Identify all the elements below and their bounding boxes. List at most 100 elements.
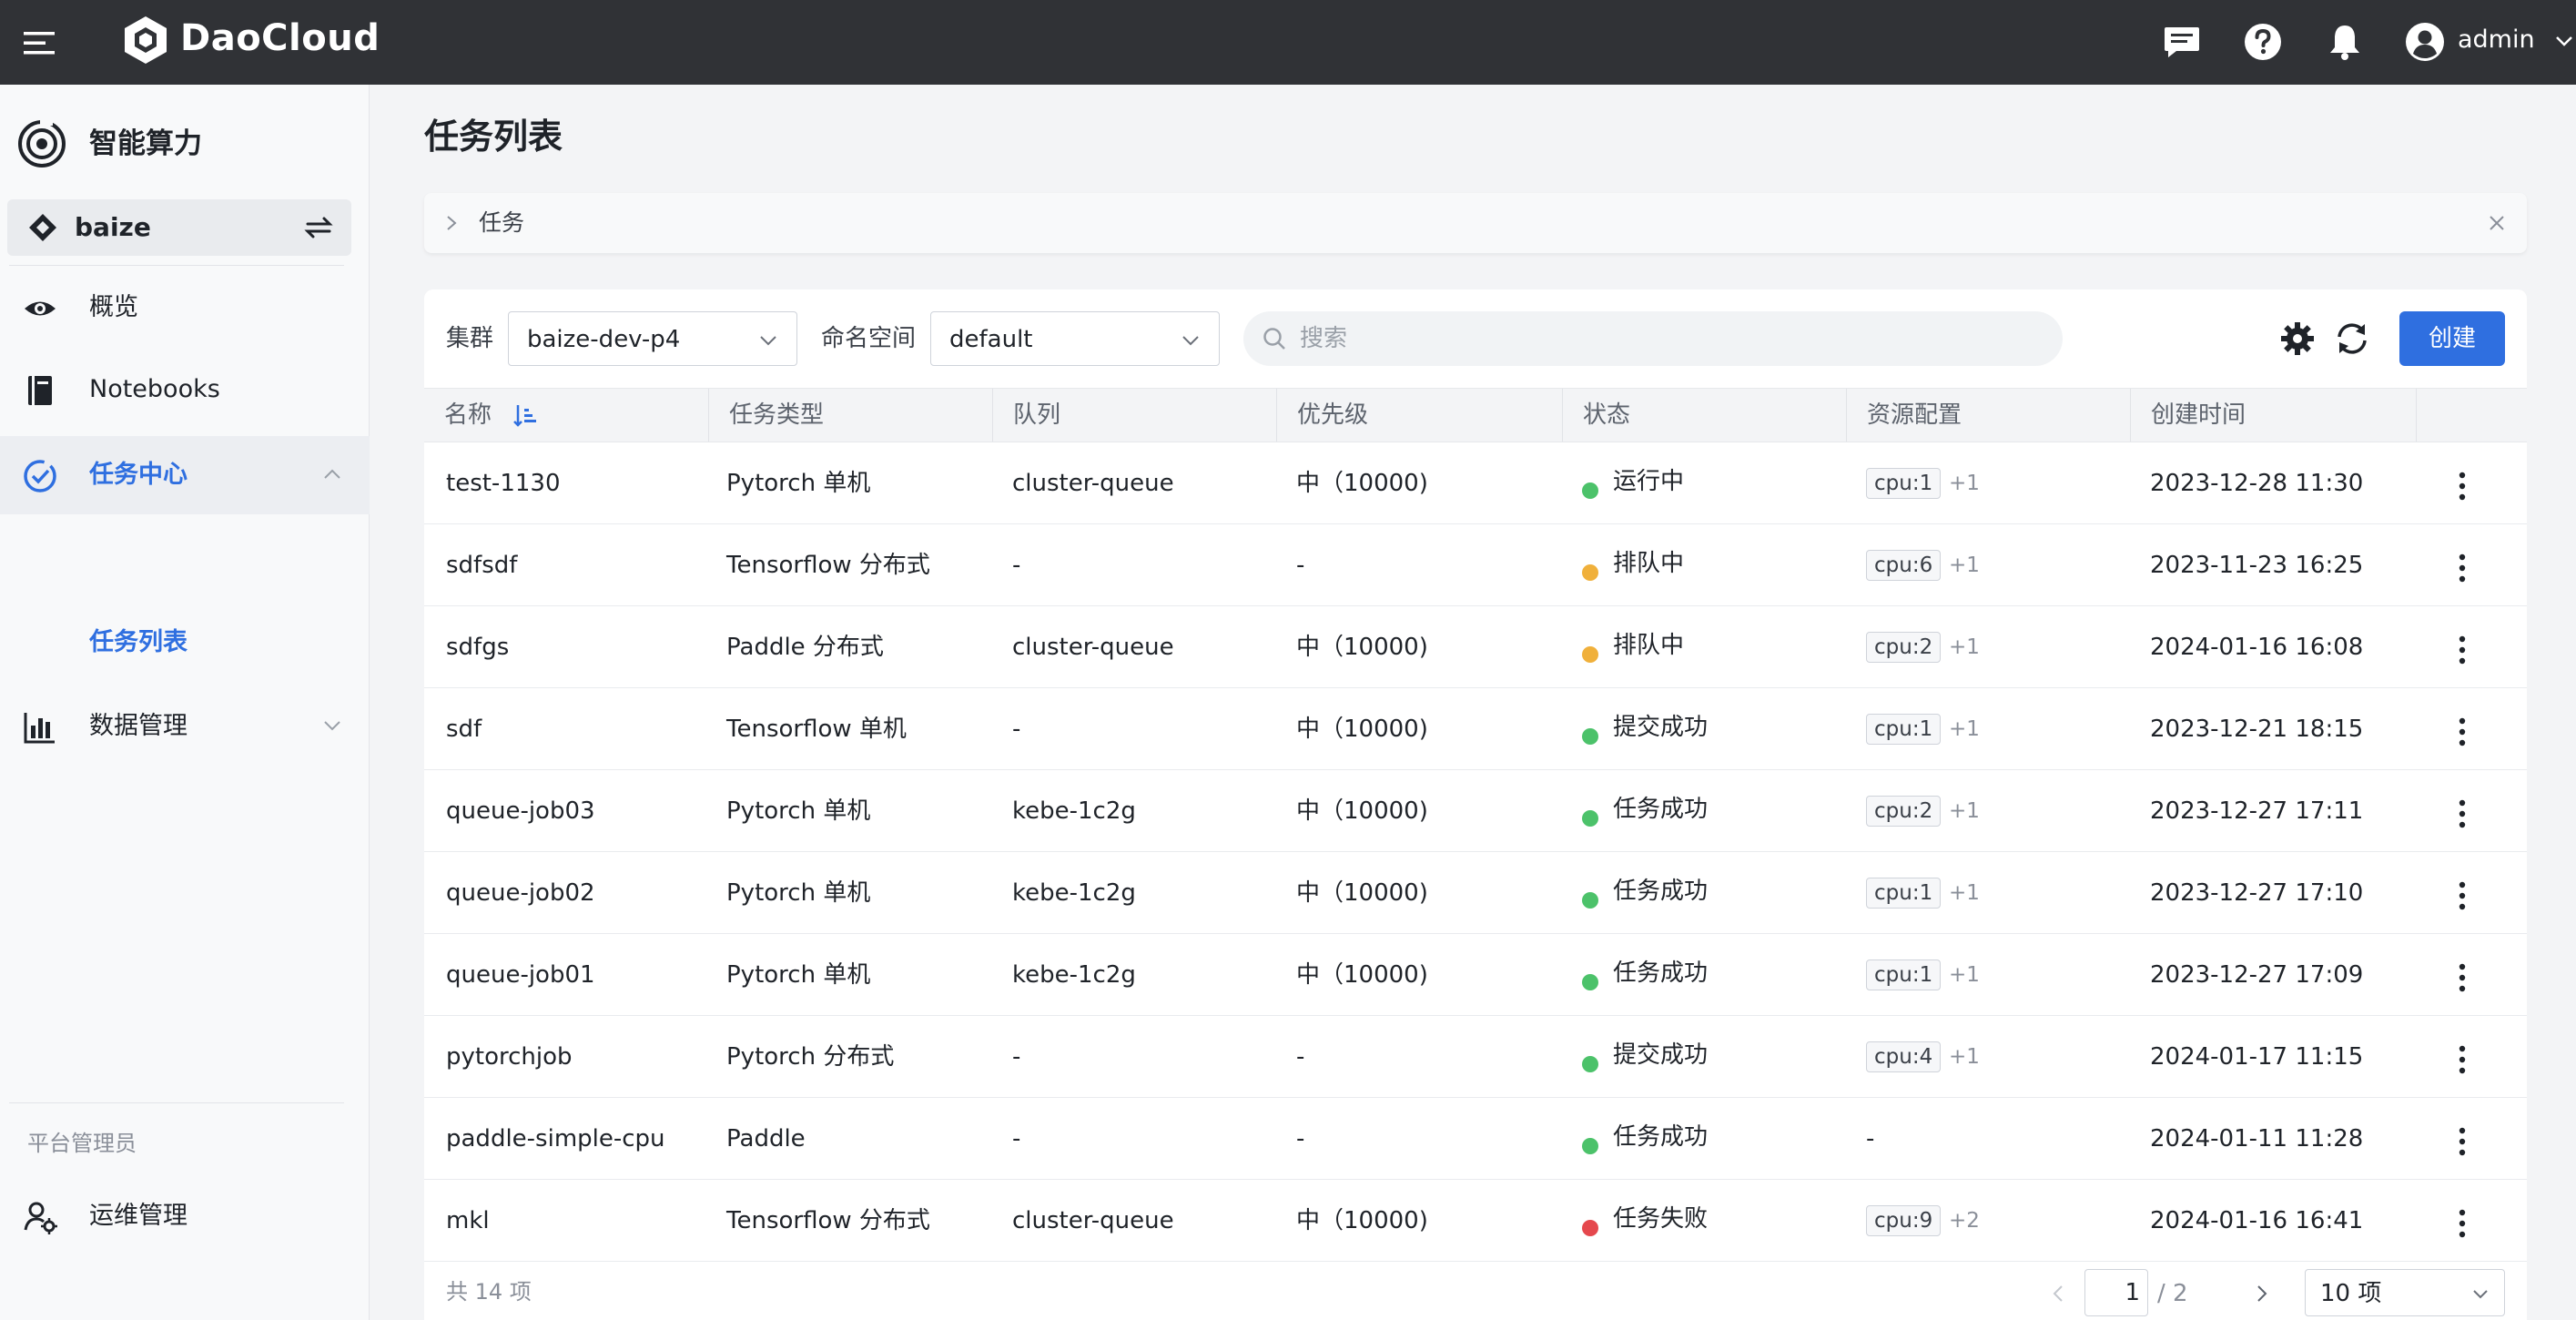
more-actions-icon[interactable]: [2449, 961, 2476, 994]
sort-icon[interactable]: [512, 401, 539, 429]
cluster-value: baize-dev-p4: [527, 326, 681, 353]
sidebar-item-label: 数据管理: [89, 712, 188, 740]
page-size-select[interactable]: 10 项: [2305, 1269, 2505, 1316]
more-actions-icon[interactable]: [2449, 879, 2476, 912]
daocloud-logo-icon[interactable]: [118, 13, 173, 67]
task-name[interactable]: queue-job01: [446, 956, 595, 994]
created-time: 2023-12-21 18:15: [2150, 716, 2364, 743]
column-header-actions: [2416, 389, 2527, 442]
more-actions-icon[interactable]: [2449, 1125, 2476, 1158]
resource-more[interactable]: +1: [1949, 714, 1980, 745]
divider: [9, 1102, 344, 1103]
task-name[interactable]: pytorchjob: [446, 1038, 573, 1076]
chevron-right-icon[interactable]: [2254, 1284, 2270, 1304]
sidebar-item-task-center[interactable]: 任务中心: [0, 436, 370, 514]
top-bar: DaoCloud admin: [0, 0, 2576, 85]
column-header-resources[interactable]: 资源配置: [1846, 389, 2130, 442]
status-text: 任务成功: [1613, 878, 1709, 905]
task-name[interactable]: queue-job02: [446, 874, 595, 912]
task-name[interactable]: paddle-simple-cpu: [446, 1120, 665, 1158]
task-name[interactable]: queue-job03: [446, 792, 595, 830]
more-actions-icon[interactable]: [2449, 797, 2476, 830]
sidebar-item-ops-management[interactable]: 运维管理: [0, 1177, 370, 1255]
search-input[interactable]: 搜索: [1243, 311, 2063, 366]
task-priority: 中（10000): [1296, 634, 1428, 661]
task-priority: -: [1296, 552, 1305, 579]
resource-more[interactable]: +1: [1949, 550, 1980, 581]
created-time: 2024-01-16 16:41: [2150, 1207, 2364, 1234]
divider: [9, 265, 344, 266]
message-icon[interactable]: [2160, 20, 2204, 64]
task-type: Tensorflow 单机: [726, 716, 907, 743]
close-icon[interactable]: [2487, 213, 2507, 233]
user-settings-icon: [24, 1202, 57, 1234]
resource-more[interactable]: +2: [1949, 1205, 1980, 1236]
more-actions-icon[interactable]: [2449, 470, 2476, 503]
sidebar-item-task-list[interactable]: 任务列表: [0, 604, 370, 682]
resource-more[interactable]: +1: [1949, 632, 1980, 663]
sidebar-item-notebooks[interactable]: Notebooks: [0, 350, 370, 429]
more-actions-icon[interactable]: [2449, 1043, 2476, 1076]
user-name[interactable]: admin: [2458, 20, 2535, 60]
task-priority: 中（10000): [1296, 716, 1428, 743]
resource-more[interactable]: +1: [1949, 960, 1980, 990]
table-row[interactable]: sdfsdf Tensorflow 分布式 - - 排队中 cpu:6 +1 2023-11-…: [424, 524, 2527, 606]
notification-bell-icon[interactable]: [2323, 20, 2367, 64]
column-header-status[interactable]: 状态: [1562, 389, 1846, 442]
chevron-right-icon[interactable]: [442, 213, 461, 233]
user-avatar-icon[interactable]: [2403, 20, 2447, 64]
table-row[interactable]: queue-job01 Pytorch 单机 kebe-1c2g 中（10000) 任务…: [424, 934, 2527, 1016]
resource-more[interactable]: +1: [1949, 878, 1980, 909]
table-row[interactable]: pytorchjob Pytorch 分布式 - - 提交成功 cpu:4 +1 2024-0…: [424, 1016, 2527, 1098]
gear-icon[interactable]: [2277, 319, 2317, 359]
task-name[interactable]: sdfsdf: [446, 546, 517, 584]
menu-icon[interactable]: [20, 24, 58, 62]
app-header: 智能算力: [0, 117, 370, 171]
table-row[interactable]: queue-job03 Pytorch 单机 kebe-1c2g 中（10000) 任务…: [424, 770, 2527, 852]
namespace-select[interactable]: default: [930, 311, 1220, 366]
column-header-queue[interactable]: 队列: [992, 389, 1276, 442]
resource-tag: cpu:1: [1866, 960, 1942, 990]
table-row[interactable]: paddle-simple-cpu Paddle - - 任务成功 - 2024-01-11…: [424, 1098, 2527, 1180]
column-header-priority[interactable]: 优先级: [1276, 389, 1562, 442]
task-type: Pytorch 单机: [726, 879, 871, 907]
sidebar-item-overview[interactable]: 概览: [0, 269, 370, 347]
chevron-down-icon[interactable]: [2554, 33, 2574, 49]
resource-more[interactable]: +1: [1949, 468, 1980, 499]
column-header-type[interactable]: 任务类型: [708, 389, 992, 442]
more-actions-icon[interactable]: [2449, 634, 2476, 666]
column-header-name[interactable]: 名称: [424, 389, 708, 442]
table-row[interactable]: sdfgs Paddle 分布式 cluster-queue 中（10000) 排队中 c…: [424, 606, 2527, 688]
resource-more[interactable]: +1: [1949, 796, 1980, 827]
create-button[interactable]: 创建: [2399, 311, 2505, 366]
switch-icon[interactable]: [302, 212, 335, 243]
table-row[interactable]: queue-job02 Pytorch 单机 kebe-1c2g 中（10000) 任务…: [424, 852, 2527, 934]
more-actions-icon[interactable]: [2449, 1207, 2476, 1240]
chevron-up-icon: [324, 469, 340, 479]
table-row[interactable]: sdf Tensorflow 单机 - 中（10000) 提交成功 cpu:1 +1 2023…: [424, 688, 2527, 770]
sidebar-item-label: 任务中心: [89, 461, 188, 489]
help-icon[interactable]: [2241, 20, 2285, 64]
refresh-icon[interactable]: [2332, 319, 2372, 359]
task-name[interactable]: mkl: [446, 1202, 490, 1240]
more-actions-icon[interactable]: [2449, 716, 2476, 748]
breadcrumb-item[interactable]: 任务: [479, 206, 524, 240]
task-name[interactable]: sdfgs: [446, 628, 509, 666]
table-header: 名称 任务类型 队列 优先级 状态 资源配置 创建时间: [424, 388, 2527, 442]
chevron-left-icon[interactable]: [2050, 1284, 2066, 1304]
task-name[interactable]: test-1130: [446, 464, 560, 503]
page-number-input[interactable]: 1: [2084, 1269, 2148, 1316]
table-row[interactable]: mkl Tensorflow 分布式 cluster-queue 中（10000) 任务…: [424, 1180, 2527, 1262]
sidebar-item-data-management[interactable]: 数据管理: [0, 687, 370, 766]
task-name[interactable]: sdf: [446, 710, 482, 748]
resource-more[interactable]: +1: [1949, 1041, 1980, 1072]
resource-config: -: [1866, 1125, 1875, 1152]
cluster-select[interactable]: baize-dev-p4: [508, 311, 797, 366]
column-header-created[interactable]: 创建时间: [2130, 389, 2416, 442]
task-type: Paddle 分布式: [726, 634, 884, 661]
more-actions-icon[interactable]: [2449, 552, 2476, 584]
table-row[interactable]: test-1130 Pytorch 单机 cluster-queue 中（10000)…: [424, 442, 2527, 524]
workspace-switcher[interactable]: baize: [7, 199, 351, 256]
sidebar-item-label: 任务列表: [89, 628, 188, 656]
brand-name[interactable]: DaoCloud: [180, 13, 380, 64]
